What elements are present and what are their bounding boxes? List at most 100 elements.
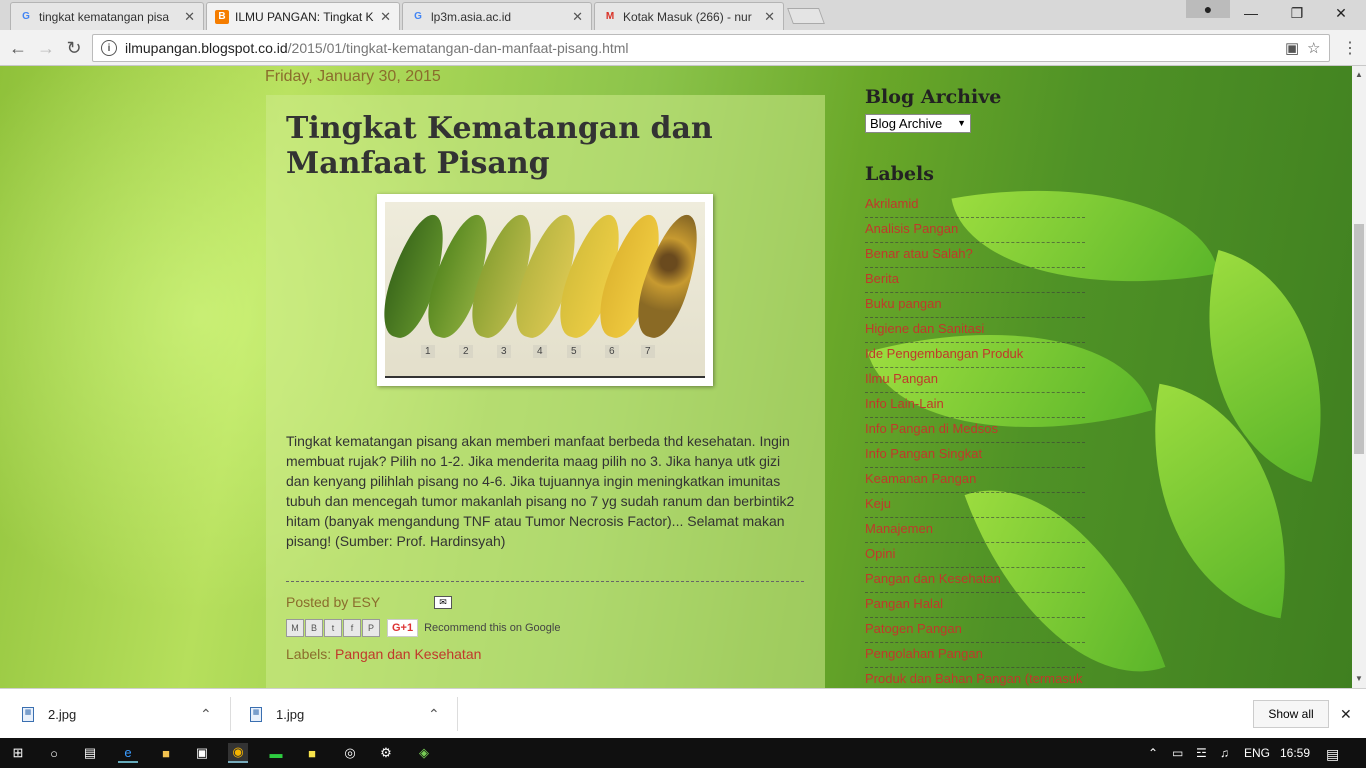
sidebar-label-link[interactable]: Benar atau Salah?	[865, 243, 1085, 268]
tab-4[interactable]: M Kotak Masuk (266) - nur ✕	[594, 2, 784, 30]
posted-by-text[interactable]: Posted by ESY	[286, 594, 380, 610]
sidebar-label-link[interactable]: Buku pangan	[865, 293, 1085, 318]
battery-icon[interactable]: ▭	[1172, 746, 1183, 760]
tray-chevron-icon[interactable]: ⌃	[1148, 746, 1158, 760]
sidebar-label-link[interactable]: Pangan Halal	[865, 593, 1085, 618]
banana-image[interactable]: 1 2 3 4 5 6 7	[374, 194, 713, 386]
sidebar-label-link[interactable]: Ilmu Pangan	[865, 368, 1085, 393]
wifi-icon[interactable]: ☲	[1196, 746, 1207, 760]
file-explorer-icon[interactable]: ■	[156, 743, 176, 763]
banana-number: 6	[605, 345, 619, 358]
app-icon[interactable]: ◈	[414, 743, 434, 763]
sidebar-label-link[interactable]: Keamanan Pangan	[865, 468, 1085, 493]
clock[interactable]: 16:59	[1280, 746, 1310, 760]
sidebar-label-link[interactable]: Berita	[865, 268, 1085, 293]
post-labels: Labels: Pangan dan Kesehatan	[286, 646, 481, 662]
banana-number: 5	[567, 345, 581, 358]
tab-1[interactable]: G tingkat kematangan pisa ✕	[10, 2, 204, 30]
menu-icon[interactable]: ⋮	[1338, 36, 1362, 60]
blogthis-share-button[interactable]: B	[305, 619, 323, 637]
email-share-button[interactable]: M	[286, 619, 304, 637]
pinterest-share-button[interactable]: P	[362, 619, 380, 637]
email-post-icon[interactable]: ✉	[434, 596, 452, 609]
forward-icon[interactable]: →	[34, 36, 58, 60]
download-item-2[interactable]: ▦ 1.jpg ⌃	[250, 689, 450, 739]
chevron-up-icon[interactable]: ⌃	[428, 706, 440, 723]
line-app-icon[interactable]: ▬	[266, 743, 286, 763]
tab-2[interactable]: B ILMU PANGAN: Tingkat K ✕	[206, 2, 400, 30]
blog-archive-heading: Blog Archive	[865, 86, 1002, 108]
close-tab-icon[interactable]: ✕	[184, 9, 195, 25]
blog-archive-select[interactable]: Blog Archive ▼	[865, 114, 971, 133]
sidebar-label-link[interactable]: Info Pangan di Medsos	[865, 418, 1085, 443]
address-bar[interactable]: i ilmupangan.blogspot.co.id/2015/01/ting…	[92, 34, 1330, 62]
posted-by: Posted by ESY	[286, 594, 380, 610]
back-icon[interactable]: ←	[6, 36, 30, 60]
scroll-up-icon[interactable]: ▲	[1352, 70, 1366, 79]
show-all-button[interactable]: Show all	[1253, 700, 1329, 728]
volume-icon[interactable]: ♫	[1220, 746, 1229, 760]
share-buttons: M B t f P G+1 Recommend this on Google	[286, 619, 560, 637]
banana-number: 4	[533, 345, 547, 358]
task-view-icon[interactable]: ▤	[80, 743, 100, 763]
reload-icon[interactable]: ↻	[62, 36, 86, 60]
post-title[interactable]: Tingkat Kematangan dan Manfaat Pisang	[286, 111, 806, 181]
user-profile-icon[interactable]: ●	[1186, 0, 1230, 18]
google-icon: G	[414, 11, 422, 22]
blogger-icon: B	[215, 9, 229, 24]
close-downloads-icon[interactable]: ✕	[1340, 689, 1352, 739]
steam-icon[interactable]: ⚙	[376, 743, 396, 763]
sidebar-label-link[interactable]: Patogen Pangan	[865, 618, 1085, 643]
restore-icon[interactable]: ❐	[1274, 0, 1320, 26]
twitter-share-button[interactable]: t	[324, 619, 342, 637]
download-item-1[interactable]: ▦ 2.jpg ⌃	[22, 689, 222, 739]
close-tab-icon[interactable]: ✕	[572, 9, 583, 25]
sidebar-label-link[interactable]: Pangan dan Kesehatan	[865, 568, 1085, 593]
recommend-text: Recommend this on Google	[424, 622, 561, 634]
new-tab-button[interactable]	[787, 8, 825, 24]
sidebar-label-link[interactable]: Manajemen	[865, 518, 1085, 543]
bookmark-star-icon[interactable]: ☆	[1307, 39, 1320, 57]
sidebar-label-link[interactable]: Higiene dan Sanitasi	[865, 318, 1085, 343]
scroll-thumb[interactable]	[1354, 224, 1364, 454]
camera-app-icon[interactable]: ◎	[340, 743, 360, 763]
chrome-icon[interactable]: ◉	[228, 743, 248, 763]
sidebar-label-link[interactable]: Opini	[865, 543, 1085, 568]
sidebar-label-link[interactable]: Analisis Pangan	[865, 218, 1085, 243]
sidebar-label-link[interactable]: Info Pangan Singkat	[865, 443, 1085, 468]
sidebar-label-link[interactable]: Akrilamid	[865, 193, 1085, 218]
google-plus-button[interactable]: G+1	[387, 619, 419, 637]
scroll-down-icon[interactable]: ▼	[1352, 674, 1366, 683]
google-icon: G	[22, 11, 30, 22]
close-tab-icon[interactable]: ✕	[380, 9, 391, 25]
download-filename: 1.jpg	[276, 706, 305, 722]
sticky-notes-icon[interactable]: ■	[302, 743, 322, 763]
banana-photo: 1 2 3 4 5 6 7	[374, 202, 710, 378]
sidebar-label-link[interactable]: Keju	[865, 493, 1085, 518]
cortana-icon[interactable]: ○	[44, 743, 64, 763]
action-center-icon[interactable]: ▤	[1326, 746, 1339, 763]
gmail-icon: M	[605, 11, 615, 22]
store-icon[interactable]: ▣	[192, 743, 212, 763]
minimize-icon[interactable]: —	[1228, 0, 1274, 26]
sidebar-label-link[interactable]: Ide Pengembangan Produk	[865, 343, 1085, 368]
tab-title: ILMU PANGAN: Tingkat K	[235, 9, 374, 24]
close-window-icon[interactable]: ✕	[1318, 0, 1364, 26]
vertical-scrollbar[interactable]: ▲ ▼	[1352, 66, 1366, 688]
info-icon[interactable]: i	[101, 40, 117, 56]
chevron-up-icon[interactable]: ⌃	[200, 706, 212, 723]
facebook-share-button[interactable]: f	[343, 619, 361, 637]
banana-number: 1	[421, 345, 435, 358]
windows-start-icon[interactable]: ⊞	[8, 743, 28, 763]
sidebar-label-link[interactable]: Produk dan Bahan Pangan (termasuk	[865, 668, 1085, 688]
close-tab-icon[interactable]: ✕	[764, 9, 775, 25]
image-file-icon: ▦	[250, 706, 262, 722]
language-indicator[interactable]: ENG	[1244, 746, 1270, 760]
label-link[interactable]: Pangan dan Kesehatan	[335, 646, 481, 662]
sidebar-label-link[interactable]: Info Lain-Lain	[865, 393, 1085, 418]
translate-icon[interactable]: ▣	[1285, 39, 1299, 57]
sidebar-label-link[interactable]: Pengolahan Pangan	[865, 643, 1085, 668]
tab-3[interactable]: G lp3m.asia.ac.id ✕	[402, 2, 592, 30]
edge-icon[interactable]: e	[118, 743, 138, 763]
post-container: Tingkat Kematangan dan Manfaat Pisang 1 …	[266, 95, 825, 688]
